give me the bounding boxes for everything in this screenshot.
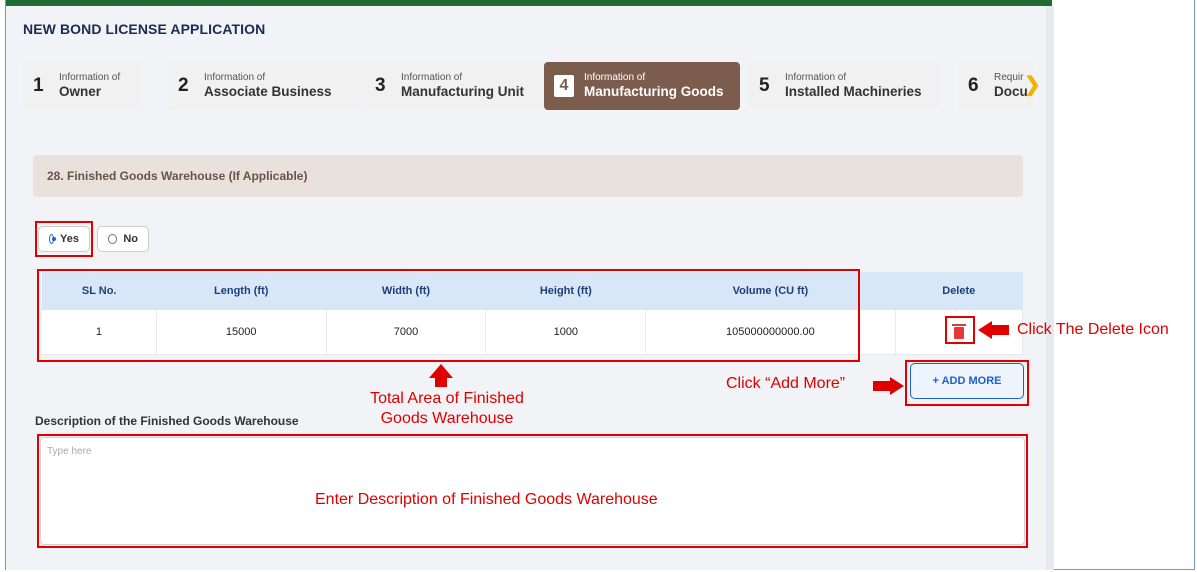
- step-required-documents[interactable]: 6 Requir Docu: [958, 62, 1033, 110]
- radio-no-label: No: [123, 233, 138, 245]
- step-label: Manufacturing Unit: [401, 83, 524, 99]
- step-small-label: Information of: [584, 72, 646, 84]
- chevron-right-icon[interactable]: ❯: [1024, 74, 1041, 96]
- arrow-right-icon: [890, 377, 904, 395]
- page-title: NEW BOND LICENSE APPLICATION: [23, 21, 266, 37]
- step-small-label: Information of: [785, 72, 847, 84]
- step-number: 3: [375, 75, 386, 96]
- radio-no[interactable]: No: [97, 226, 149, 252]
- annotation-add-more-note: Click “Add More”: [726, 375, 846, 392]
- step-small-label: Requir: [994, 72, 1024, 84]
- section-header: 28. Finished Goods Warehouse (If Applica…: [33, 155, 1023, 197]
- annotation-box-yes: [35, 221, 93, 257]
- step-associate-business[interactable]: 2 Information of Associate Business: [168, 62, 364, 110]
- annotation-box-delete: [945, 316, 975, 344]
- col-delete: Delete: [895, 272, 1023, 310]
- step-small-label: Information of: [204, 72, 266, 84]
- step-small-label: Information of: [401, 72, 463, 84]
- step-number: 1: [33, 75, 44, 96]
- step-number: 6: [968, 75, 979, 96]
- step-manufacturing-unit[interactable]: 3 Information of Manufacturing Unit: [365, 62, 550, 110]
- arrow-shaft: [991, 325, 1009, 335]
- arrow-shaft: [873, 381, 891, 391]
- annotation-delete-note: Click The Delete Icon: [1017, 321, 1169, 338]
- step-label: Docu: [994, 83, 1028, 99]
- scrollbar[interactable]: [1046, 6, 1054, 570]
- section-title: 28. Finished Goods Warehouse (If Applica…: [47, 169, 308, 183]
- arrow-shaft: [435, 377, 447, 387]
- step-label: Installed Machineries: [785, 83, 922, 99]
- step-manufacturing-goods[interactable]: 4 Information of Manufacturing Goods: [544, 62, 740, 110]
- annotation-box-add-more: [905, 360, 1029, 406]
- step-number: 4: [554, 75, 574, 97]
- step-installed-machineries[interactable]: 5 Information of Installed Machineries: [749, 62, 939, 110]
- stepper: 1 Information of Owner 2 Information of As…: [23, 62, 1033, 110]
- step-small-label: Information of: [59, 72, 121, 84]
- annotation-total-area-line1: Total Area of Finished: [370, 390, 524, 407]
- annotation-enter-description: Enter Description of Finished Goods Ware…: [315, 491, 658, 508]
- step-number: 2: [178, 75, 189, 96]
- annotation-total-area-line2: Goods Warehouse: [380, 410, 514, 427]
- arrow-up-icon: [429, 364, 453, 378]
- annotation-box-table: [37, 269, 860, 362]
- step-number: 5: [759, 75, 770, 96]
- step-owner[interactable]: 1 Information of Owner: [23, 62, 141, 110]
- step-label: Associate Business: [204, 83, 332, 99]
- description-label: Description of the Finished Goods Wareho…: [35, 414, 299, 428]
- arrow-left-icon: [978, 321, 992, 339]
- step-label: Manufacturing Goods: [584, 83, 724, 99]
- step-label: Owner: [59, 83, 102, 99]
- radio-dot-icon: [108, 234, 118, 244]
